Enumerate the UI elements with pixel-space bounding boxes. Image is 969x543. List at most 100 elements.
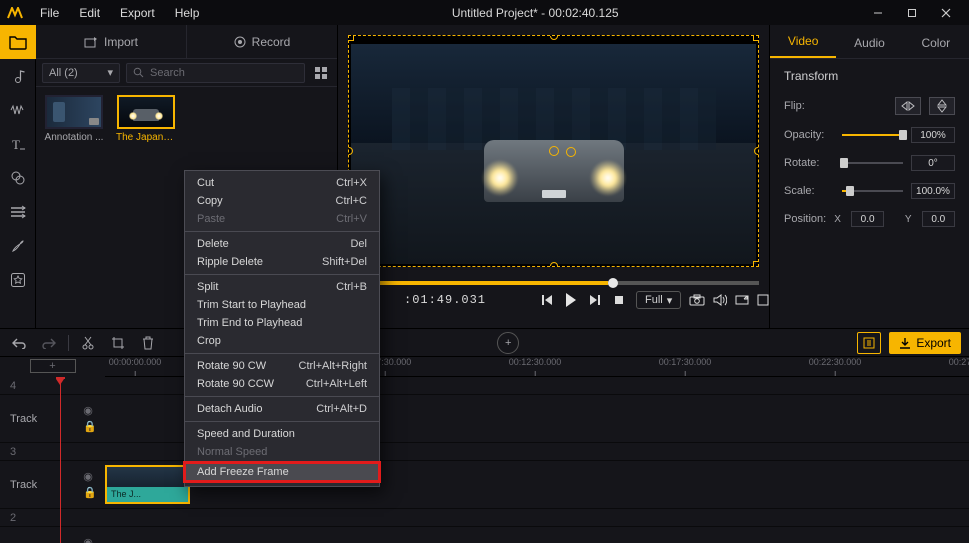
menu-file[interactable]: File [30,2,69,24]
playhead[interactable] [60,377,61,543]
undo-button[interactable] [8,333,30,353]
scale-label: Scale: [784,185,834,197]
menu-help[interactable]: Help [165,2,210,24]
import-icon [84,36,98,48]
opacity-slider[interactable] [842,134,903,136]
timeline-settings-button[interactable] [857,332,881,354]
tab-video[interactable]: Video [770,26,836,58]
ruler-tick: 00:27:30.000 [949,357,969,367]
media-item[interactable]: Annotation ... [44,95,104,143]
app-root: File Edit Export Help Untitled Project* … [0,0,969,543]
media-filter-dropdown[interactable]: All (2) ▾ [42,63,120,83]
add-marker-button[interactable]: + [497,332,519,354]
detach-preview-button[interactable] [735,291,749,309]
rotate-value[interactable]: 0° [911,155,955,171]
next-frame-button[interactable] [586,291,604,309]
window-controls [861,0,963,25]
volume-button[interactable] [713,291,727,309]
timeline-toolbar: + Export [0,329,969,357]
ruler-tick: 00:17:30.000 [659,357,712,367]
titlebar: File Edit Export Help Untitled Project* … [0,0,969,25]
window-close-button[interactable] [929,0,963,25]
play-button[interactable] [562,291,580,309]
context-menu-item[interactable]: Crop [185,332,379,350]
crop-tool[interactable] [107,333,129,353]
opacity-value[interactable]: 100% [911,127,955,143]
eye-icon[interactable]: ◉ [83,470,97,483]
split-tool[interactable] [77,333,99,353]
redo-button[interactable] [38,333,60,353]
zoom-dropdown[interactable]: Full▾ [636,291,681,309]
context-menu-item[interactable]: Ripple DeleteShift+Del [185,253,379,271]
upper-region: T Import [0,25,969,329]
window-minimize-button[interactable] [861,0,895,25]
strip-effects-button[interactable] [0,161,36,195]
position-y-value[interactable]: 0.0 [922,211,955,227]
rotate-slider[interactable] [842,162,903,164]
strip-media-button[interactable] [0,25,36,59]
context-menu-item[interactable]: CutCtrl+X [185,174,379,192]
ruler-tick: 00:12:30.000 [509,357,562,367]
window-maximize-button[interactable] [895,0,929,25]
context-menu-item[interactable]: CopyCtrl+C [185,192,379,210]
context-menu-item[interactable]: Rotate 90 CWCtrl+Alt+Right [185,357,379,375]
context-menu-item[interactable]: Rotate 90 CCWCtrl+Alt+Left [185,375,379,393]
flip-horizontal-button[interactable] [895,97,921,115]
lock-icon[interactable]: 🔒 [83,486,97,499]
context-menu-item[interactable]: Detach AudioCtrl+Alt+D [185,400,379,418]
ruler-tick: 00:22:30.000 [809,357,862,367]
tab-audio[interactable]: Audio [836,28,902,58]
timeline-clip[interactable]: The J... [105,465,190,504]
clip-caption: The J... [107,487,188,502]
timeline-tracks[interactable]: 4 Track ◉🔒 3 Track ◉🔒 [0,377,969,543]
preview-canvas[interactable] [348,35,759,267]
strip-favorites-button[interactable] [0,263,36,297]
media-thumbnail [117,95,175,129]
record-button[interactable]: Record [187,25,337,58]
context-menu-item[interactable]: SplitCtrl+B [185,278,379,296]
context-menu-item[interactable]: Speed and Duration [185,425,379,443]
fullscreen-button[interactable] [757,291,769,309]
track-header-row: 3 [0,443,969,461]
position-x-value[interactable]: 0.0 [851,211,884,227]
strip-pen-button[interactable] [0,229,36,263]
import-button[interactable]: Import [36,25,186,58]
add-track-button[interactable]: + [30,359,76,373]
opacity-label: Opacity: [784,129,834,141]
context-menu-item[interactable]: Trim End to Playhead [185,314,379,332]
strip-text-button[interactable]: T [0,127,36,161]
context-menu-item[interactable]: DeleteDel [185,235,379,253]
stop-button[interactable] [610,291,628,309]
track-header-row: 4 [0,377,969,395]
menu-export[interactable]: Export [110,2,165,24]
context-menu-item[interactable]: Add Freeze Frame [185,463,379,481]
delete-button[interactable] [137,333,159,353]
scale-slider[interactable] [842,190,903,192]
media-search-input[interactable]: Search [126,63,305,83]
strip-audio-wave-button[interactable] [0,93,36,127]
snapshot-button[interactable] [689,291,705,309]
x-label: X [834,214,841,225]
prev-frame-button[interactable] [538,291,556,309]
context-menu[interactable]: CutCtrl+XCopyCtrl+CPasteCtrl+VDeleteDelR… [184,170,380,487]
scale-value[interactable]: 100.0% [911,183,955,199]
strip-music-button[interactable] [0,59,36,93]
strip-transitions-button[interactable] [0,195,36,229]
scale-row: Scale: 100.0% [784,183,955,199]
dropdown-label: All (2) [49,67,78,79]
track-index: 2 [10,512,18,524]
context-menu-separator [185,231,379,232]
view-grid-button[interactable] [311,63,331,83]
track-label: Track [10,479,37,491]
menu-edit[interactable]: Edit [69,2,110,24]
media-thumbnail [45,95,103,129]
eye-icon[interactable]: ◉ [83,404,97,417]
tab-color[interactable]: Color [903,28,969,58]
eye-icon[interactable]: ◉ [83,536,97,543]
lock-icon[interactable]: 🔒 [83,420,97,433]
context-menu-item[interactable]: Trim Start to Playhead [185,296,379,314]
inspector-section-title: Transform [784,69,955,83]
flip-vertical-button[interactable] [929,97,955,115]
export-button[interactable]: Export [889,332,961,354]
media-item[interactable]: The Japane... [116,95,176,143]
